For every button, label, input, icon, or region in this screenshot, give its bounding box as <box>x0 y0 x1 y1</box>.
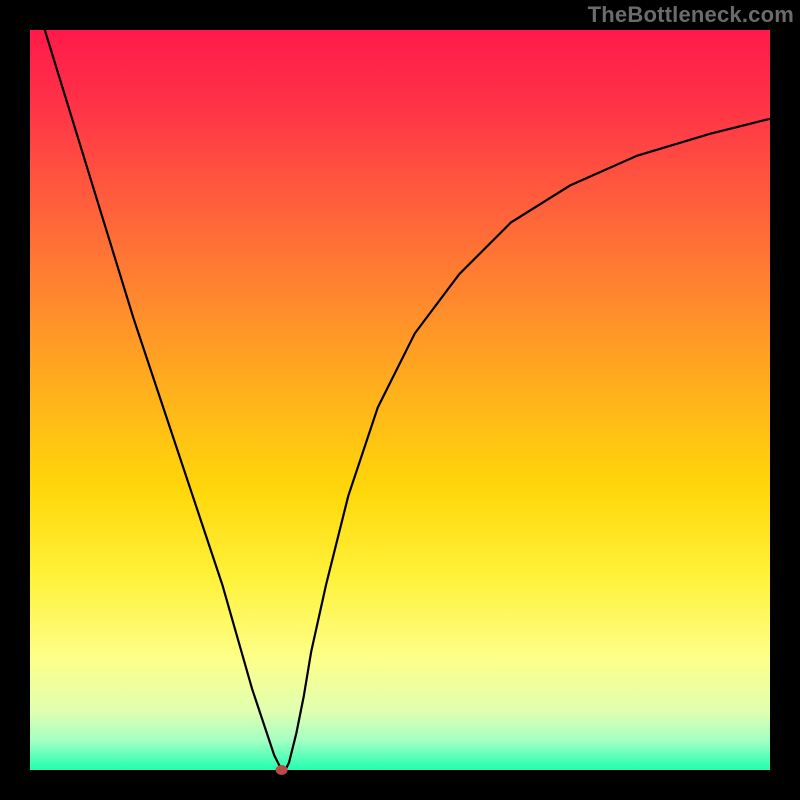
chart-svg <box>0 0 800 800</box>
plot-background <box>30 30 770 770</box>
chart-container: TheBottleneck.com <box>0 0 800 800</box>
minimum-marker <box>276 765 288 775</box>
watermark-text: TheBottleneck.com <box>588 2 794 28</box>
